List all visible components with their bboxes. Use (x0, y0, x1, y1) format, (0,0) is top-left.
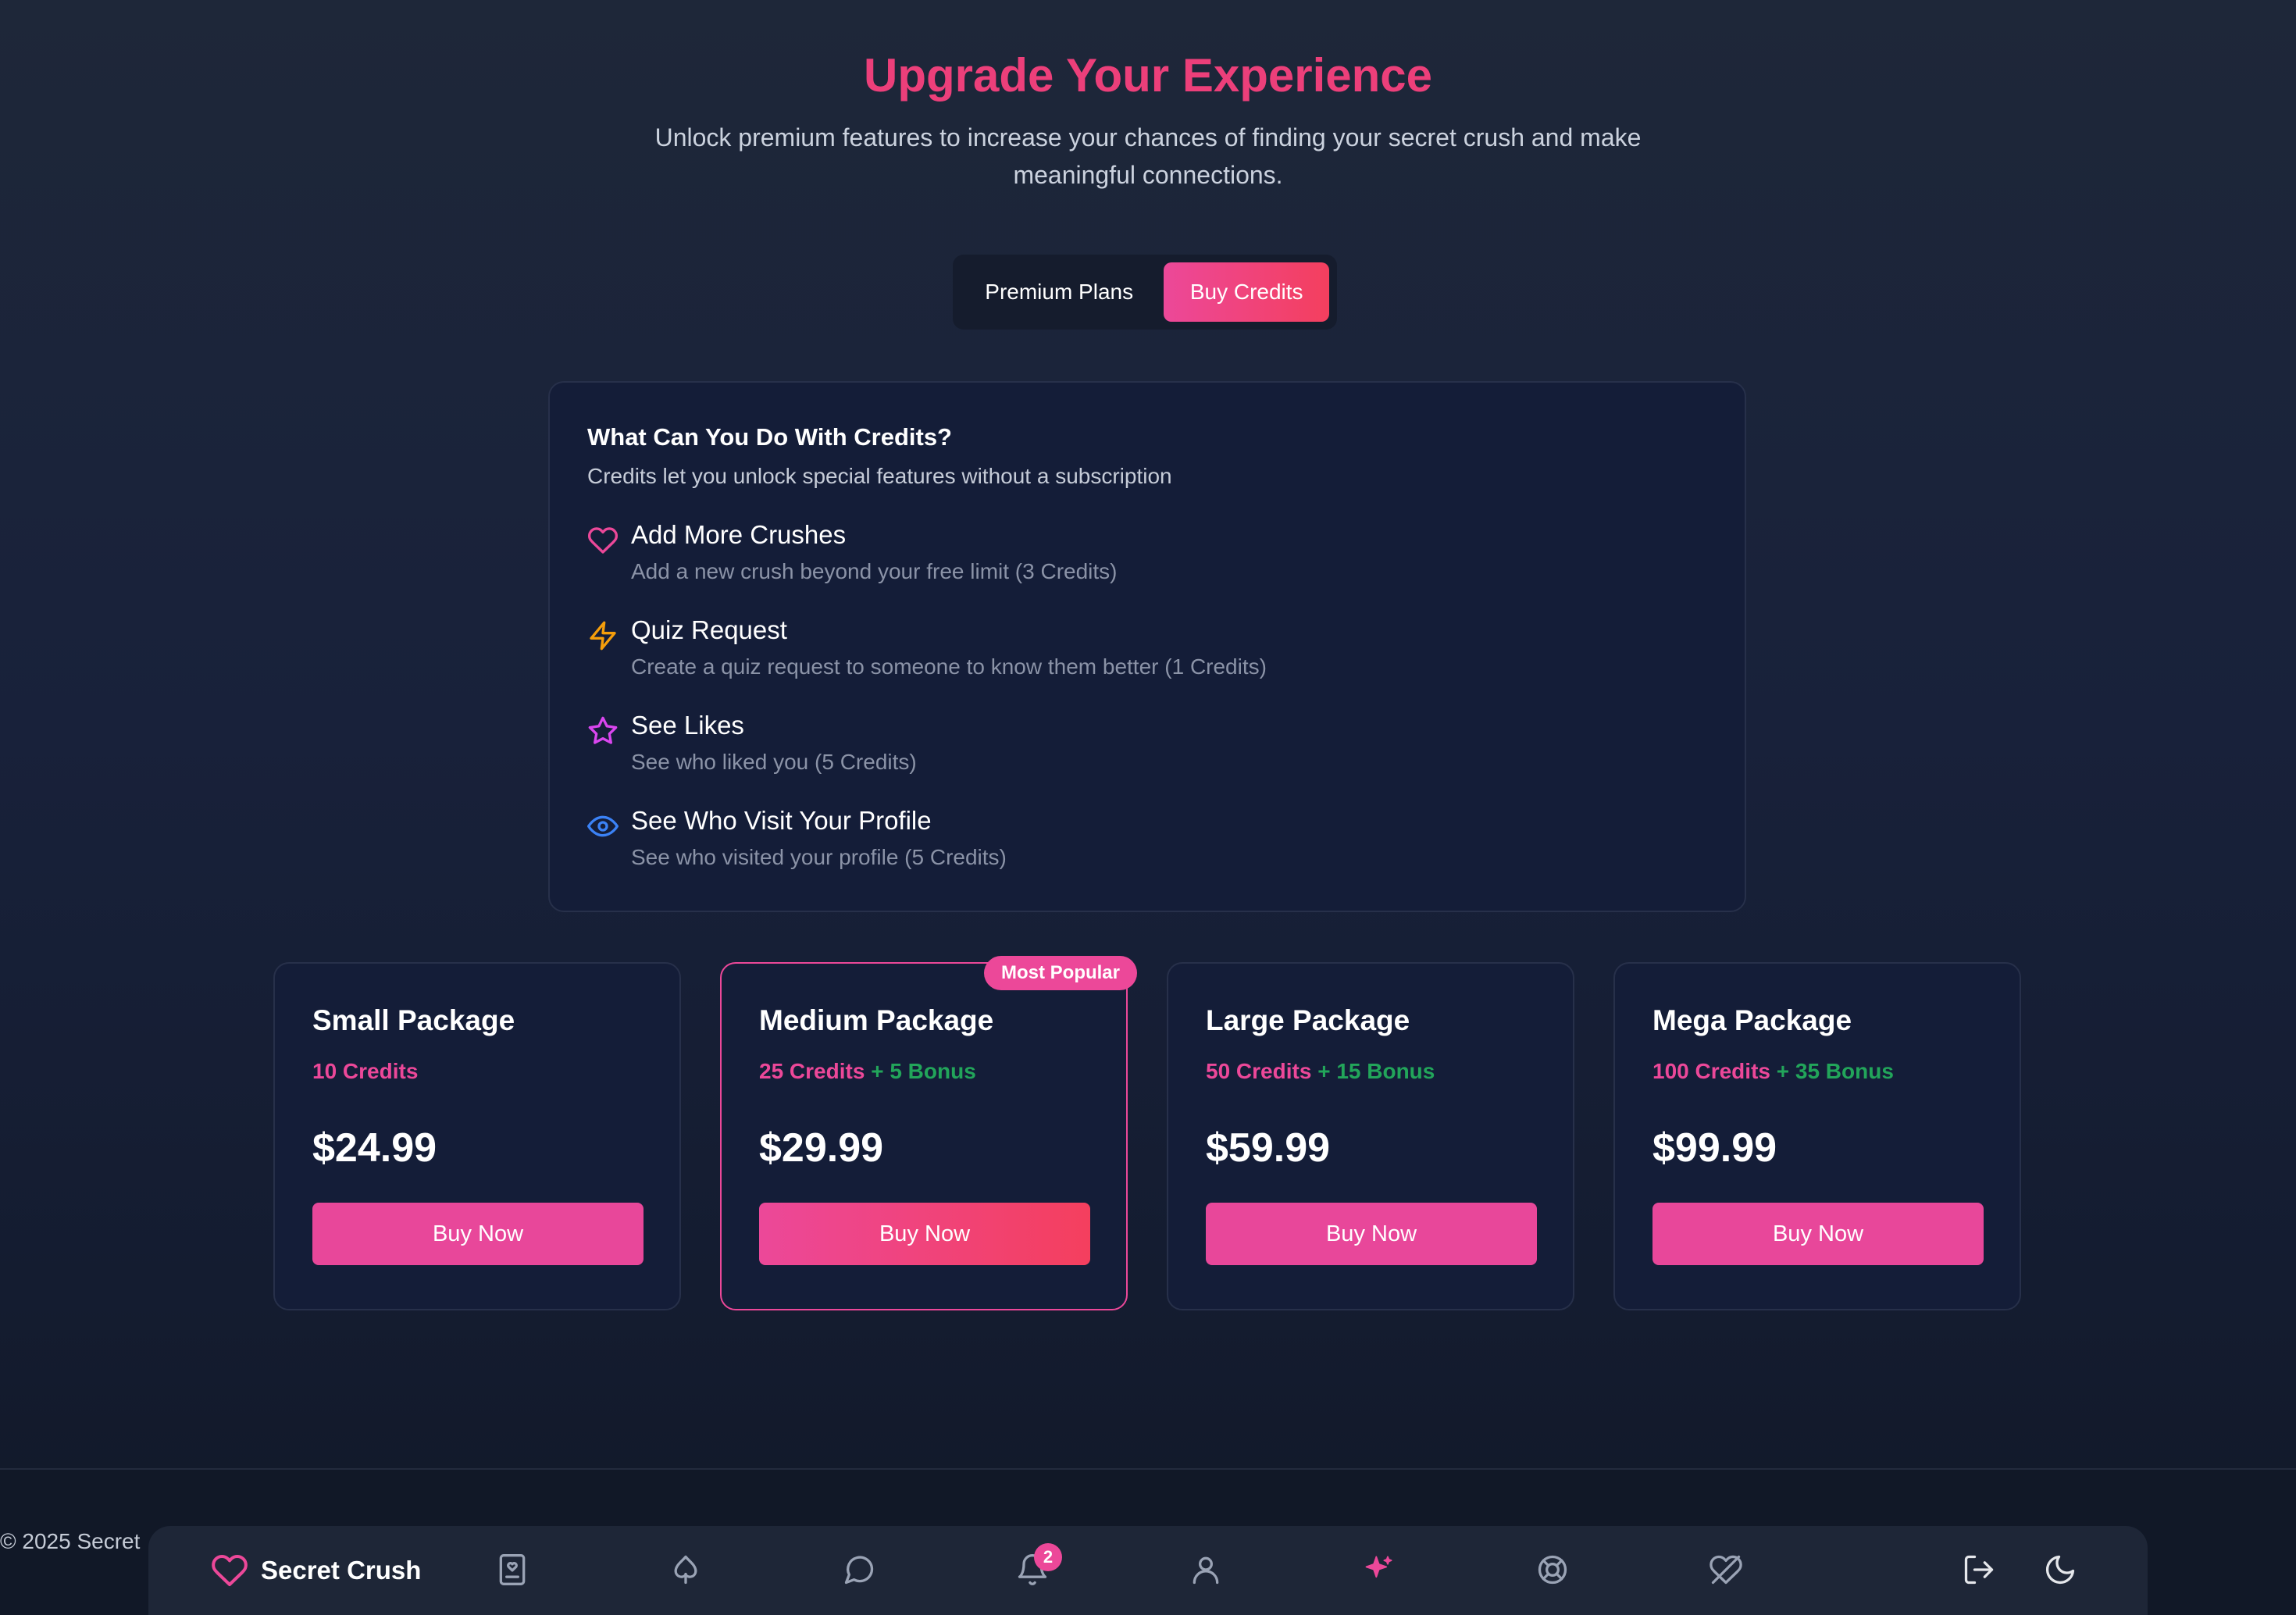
lifebuoy-icon[interactable] (1531, 1548, 1574, 1592)
feature-desc: See who liked you (5 Credits) (631, 750, 917, 774)
star-icon (587, 711, 631, 775)
bottom-navbar: Secret Crush 2 (148, 1526, 2148, 1615)
buy-now-button[interactable]: Buy Now (312, 1203, 644, 1265)
profile-card-icon[interactable] (490, 1548, 534, 1592)
brand-logo[interactable]: Secret Crush (211, 1526, 421, 1615)
tab-premium-plans[interactable]: Premium Plans (961, 262, 1157, 322)
moon-icon[interactable] (2038, 1548, 2082, 1592)
package-credits: 100 Credits + 35 Bonus (1652, 1059, 1982, 1084)
info-subtitle: Credits let you unlock special features … (587, 464, 1172, 488)
lightning-icon (587, 615, 631, 679)
spade-icon[interactable] (664, 1548, 708, 1592)
feature-name: See Who Visit Your Profile (631, 806, 932, 835)
package-price: $29.99 (759, 1125, 884, 1171)
most-popular-badge: Most Popular (983, 956, 1137, 990)
feature-name: Add More Crushes (631, 520, 847, 549)
eye-icon (587, 806, 631, 870)
feature-see-likes: See Likes See who liked you (5 Credits) (587, 711, 1707, 775)
package-card-small: Small Package 10 Credits $24.99 Buy Now (273, 962, 681, 1310)
buy-now-button[interactable]: Buy Now (1652, 1203, 1984, 1265)
feature-add-crushes: Add More Crushes Add a new crush beyond … (587, 520, 1707, 584)
credits-amount: 50 Credits (1206, 1059, 1312, 1083)
package-credits: 25 Credits + 5 Bonus (759, 1059, 1089, 1084)
bonus-amount: + 5 Bonus (871, 1059, 976, 1083)
package-card-medium: Most Popular Medium Package 25 Credits +… (720, 956, 1137, 1310)
package-credits: 10 Credits (312, 1059, 642, 1084)
package-name: Large Package (1206, 1004, 1410, 1036)
bonus-amount: + 35 Bonus (1776, 1059, 1894, 1083)
feature-name: See Likes (631, 711, 744, 740)
package-name: Small Package (312, 1004, 515, 1036)
crossed-heart-icon[interactable] (1704, 1548, 1748, 1592)
page-title: Upgrade Your Experience (863, 49, 1433, 102)
feature-desc: Add a new crush beyond your free limit (… (631, 559, 1118, 583)
credit-packages: Small Package 10 Credits $24.99 Buy Now … (273, 956, 2023, 1312)
credits-amount: 25 Credits (759, 1059, 865, 1083)
buy-now-button[interactable]: Buy Now (759, 1203, 1090, 1265)
package-price: $99.99 (1652, 1125, 1777, 1171)
user-icon[interactable] (1184, 1548, 1228, 1592)
brand-name: Secret Crush (261, 1556, 422, 1585)
package-credits: 50 Credits + 15 Bonus (1206, 1059, 1535, 1084)
bell-icon[interactable]: 2 (1011, 1543, 1062, 1592)
heart-icon (587, 520, 631, 584)
heart-logo-icon (212, 1554, 248, 1586)
feature-desc: Create a quiz request to someone to know… (631, 654, 1267, 679)
package-card-large: Large Package 50 Credits + 15 Bonus $59.… (1167, 962, 1574, 1310)
credits-amount: 10 Credits (312, 1059, 419, 1083)
notification-badge: 2 (1034, 1543, 1062, 1571)
copyright-text: © 2025 Secret (0, 1529, 141, 1553)
credits-amount: 100 Credits (1652, 1059, 1770, 1083)
info-title: What Can You Do With Credits? (587, 423, 952, 451)
page-subtitle: Unlock premium features to increase your… (654, 123, 1642, 189)
sparkles-icon[interactable] (1357, 1548, 1401, 1592)
tab-switcher: Premium Plans Buy Credits (953, 255, 1337, 330)
package-name: Medium Package (759, 1004, 994, 1036)
package-price: $59.99 (1206, 1125, 1331, 1171)
package-card-mega: Mega Package 100 Credits + 35 Bonus $99.… (1613, 962, 2021, 1310)
feature-name: Quiz Request (631, 615, 787, 644)
feature-desc: See who visited your profile (5 Credits) (631, 845, 1007, 869)
package-name: Mega Package (1652, 1004, 1852, 1036)
logout-icon[interactable] (1957, 1548, 2001, 1592)
chat-icon[interactable] (837, 1548, 881, 1592)
feature-quiz-request: Quiz Request Create a quiz request to so… (587, 615, 1707, 679)
package-price: $24.99 (312, 1125, 437, 1171)
bonus-amount: + 15 Bonus (1317, 1059, 1435, 1083)
credits-info-card: What Can You Do With Credits? Credits le… (548, 381, 1746, 912)
tab-buy-credits[interactable]: Buy Credits (1164, 262, 1329, 322)
buy-now-button[interactable]: Buy Now (1206, 1203, 1537, 1265)
feature-profile-visitors: See Who Visit Your Profile See who visit… (587, 806, 1707, 870)
